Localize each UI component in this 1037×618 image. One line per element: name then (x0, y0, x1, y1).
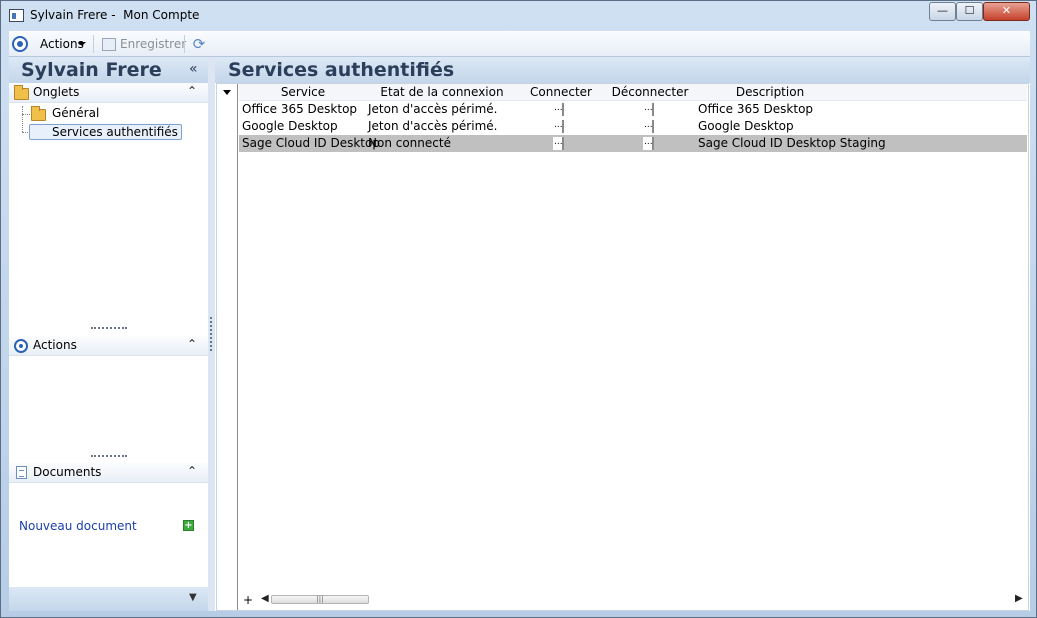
scroll-thumb[interactable]: ||| (271, 595, 369, 604)
main-panel-header: Services authentifiés (215, 57, 1030, 83)
user-name-title: Sylvain Frere (21, 59, 162, 81)
collapse-panel-button[interactable]: « (189, 61, 198, 77)
app-icon (9, 9, 24, 22)
scroll-left-icon[interactable]: ◀ (261, 593, 269, 604)
section-label: Actions (33, 338, 77, 352)
grid-header: Service Etat de la connexion Connecter D… (239, 84, 1027, 101)
toolbar: Actions Enregistrer ⟳ (9, 31, 1030, 57)
section-label: Documents (33, 465, 102, 479)
column-header-service[interactable]: Service (239, 85, 367, 99)
disconnect-button[interactable]: ... (643, 103, 654, 116)
title-bar[interactable]: Sylvain Frere - Mon Compte — ☐ ✕ (1, 1, 1036, 30)
cell-state: Jeton d'accès périmé. (368, 102, 498, 116)
folder-icon (14, 85, 29, 100)
connect-button[interactable]: ... (553, 120, 564, 133)
section-header-actions[interactable]: Actions ⌃ (9, 336, 208, 356)
client-area: Actions Enregistrer ⟳ Sylvain Frere « On… (9, 31, 1030, 611)
minimize-button[interactable]: — (929, 2, 956, 21)
panel-splitter[interactable] (208, 57, 215, 611)
table-row[interactable]: Sage Cloud ID Desktop Non connecté ... .… (239, 135, 1027, 152)
chevron-down-icon[interactable]: ▼ (189, 592, 197, 603)
left-panel-header: Sylvain Frere « (9, 57, 208, 83)
window-title: Sylvain Frere - Mon Compte (30, 8, 200, 22)
tree-item-general[interactable]: Général (49, 106, 102, 122)
connect-button[interactable]: ... (553, 137, 564, 150)
target-icon[interactable] (12, 36, 28, 52)
cell-description: Office 365 Desktop (698, 102, 814, 116)
refresh-icon[interactable]: ⟳ (190, 35, 208, 53)
horizontal-scrollbar[interactable]: + ◀ ||| ▶ (239, 592, 1027, 608)
cell-state: Non connecté (368, 136, 451, 150)
chevron-up-icon[interactable]: ⌃ (187, 337, 197, 351)
table-row[interactable]: Office 365 Desktop Jeton d'accès périmé.… (239, 101, 1027, 118)
cell-state: Jeton d'accès périmé. (368, 119, 498, 133)
chevron-down-icon[interactable] (78, 42, 86, 46)
column-header-disconnect[interactable]: Déconnecter (605, 85, 695, 99)
section-header-onglets[interactable]: Onglets ⌃ (9, 83, 208, 103)
close-button[interactable]: ✕ (983, 2, 1030, 21)
tree-item-services-authentifies[interactable]: Services authentifiés (29, 124, 182, 140)
section-header-documents[interactable]: Documents ⌃ (9, 463, 208, 483)
main-panel: Services authentifiés Service Etat de la… (215, 57, 1030, 611)
chevron-up-icon[interactable]: ⌃ (187, 464, 197, 478)
column-header-description[interactable]: Description (695, 85, 845, 99)
left-panel-footer: ▼ (9, 587, 208, 611)
cell-service: Sage Cloud ID Desktop (242, 136, 380, 150)
add-row-icon[interactable]: + (243, 593, 253, 607)
resize-grip[interactable] (91, 455, 127, 458)
save-button[interactable]: Enregistrer (120, 37, 186, 51)
maximize-button[interactable]: ☐ (956, 2, 983, 21)
column-header-state[interactable]: Etat de la connexion (367, 85, 517, 99)
scroll-right-icon[interactable]: ▶ (1015, 593, 1023, 604)
toolbar-separator (184, 35, 185, 53)
cell-description: Sage Cloud ID Desktop Staging (698, 136, 886, 150)
app-window: Sylvain Frere - Mon Compte — ☐ ✕ Actions… (0, 0, 1037, 618)
toolbar-separator (93, 35, 94, 53)
left-panel: Sylvain Frere « Onglets ⌃ Général Servic… (9, 57, 208, 611)
new-document-link[interactable]: Nouveau document (19, 519, 137, 533)
document-icon (16, 466, 27, 479)
save-icon (102, 38, 116, 51)
section-label: Onglets (33, 85, 80, 99)
target-icon (14, 339, 28, 353)
connect-button[interactable]: ... (553, 103, 564, 116)
filter-dropdown-icon[interactable] (223, 90, 231, 95)
table-row[interactable]: Google Desktop Jeton d'accès périmé. ...… (239, 118, 1027, 135)
cell-service: Office 365 Desktop (242, 102, 358, 116)
cell-service: Google Desktop (242, 119, 338, 133)
cell-description: Google Desktop (698, 119, 794, 133)
tree-line (22, 114, 30, 115)
chevron-up-icon[interactable]: ⌃ (187, 84, 197, 98)
tree-line (22, 106, 23, 132)
folder-icon (31, 106, 46, 121)
services-grid: Service Etat de la connexion Connecter D… (216, 83, 1029, 611)
grid-row-header-column (217, 84, 238, 610)
page-title: Services authentifiés (228, 59, 455, 81)
add-icon[interactable]: + (183, 520, 194, 531)
disconnect-button[interactable]: ... (643, 137, 654, 150)
splitter-grip[interactable] (210, 317, 212, 351)
disconnect-button[interactable]: ... (643, 120, 654, 133)
column-header-connect[interactable]: Connecter (517, 85, 605, 99)
resize-grip[interactable] (91, 327, 127, 330)
